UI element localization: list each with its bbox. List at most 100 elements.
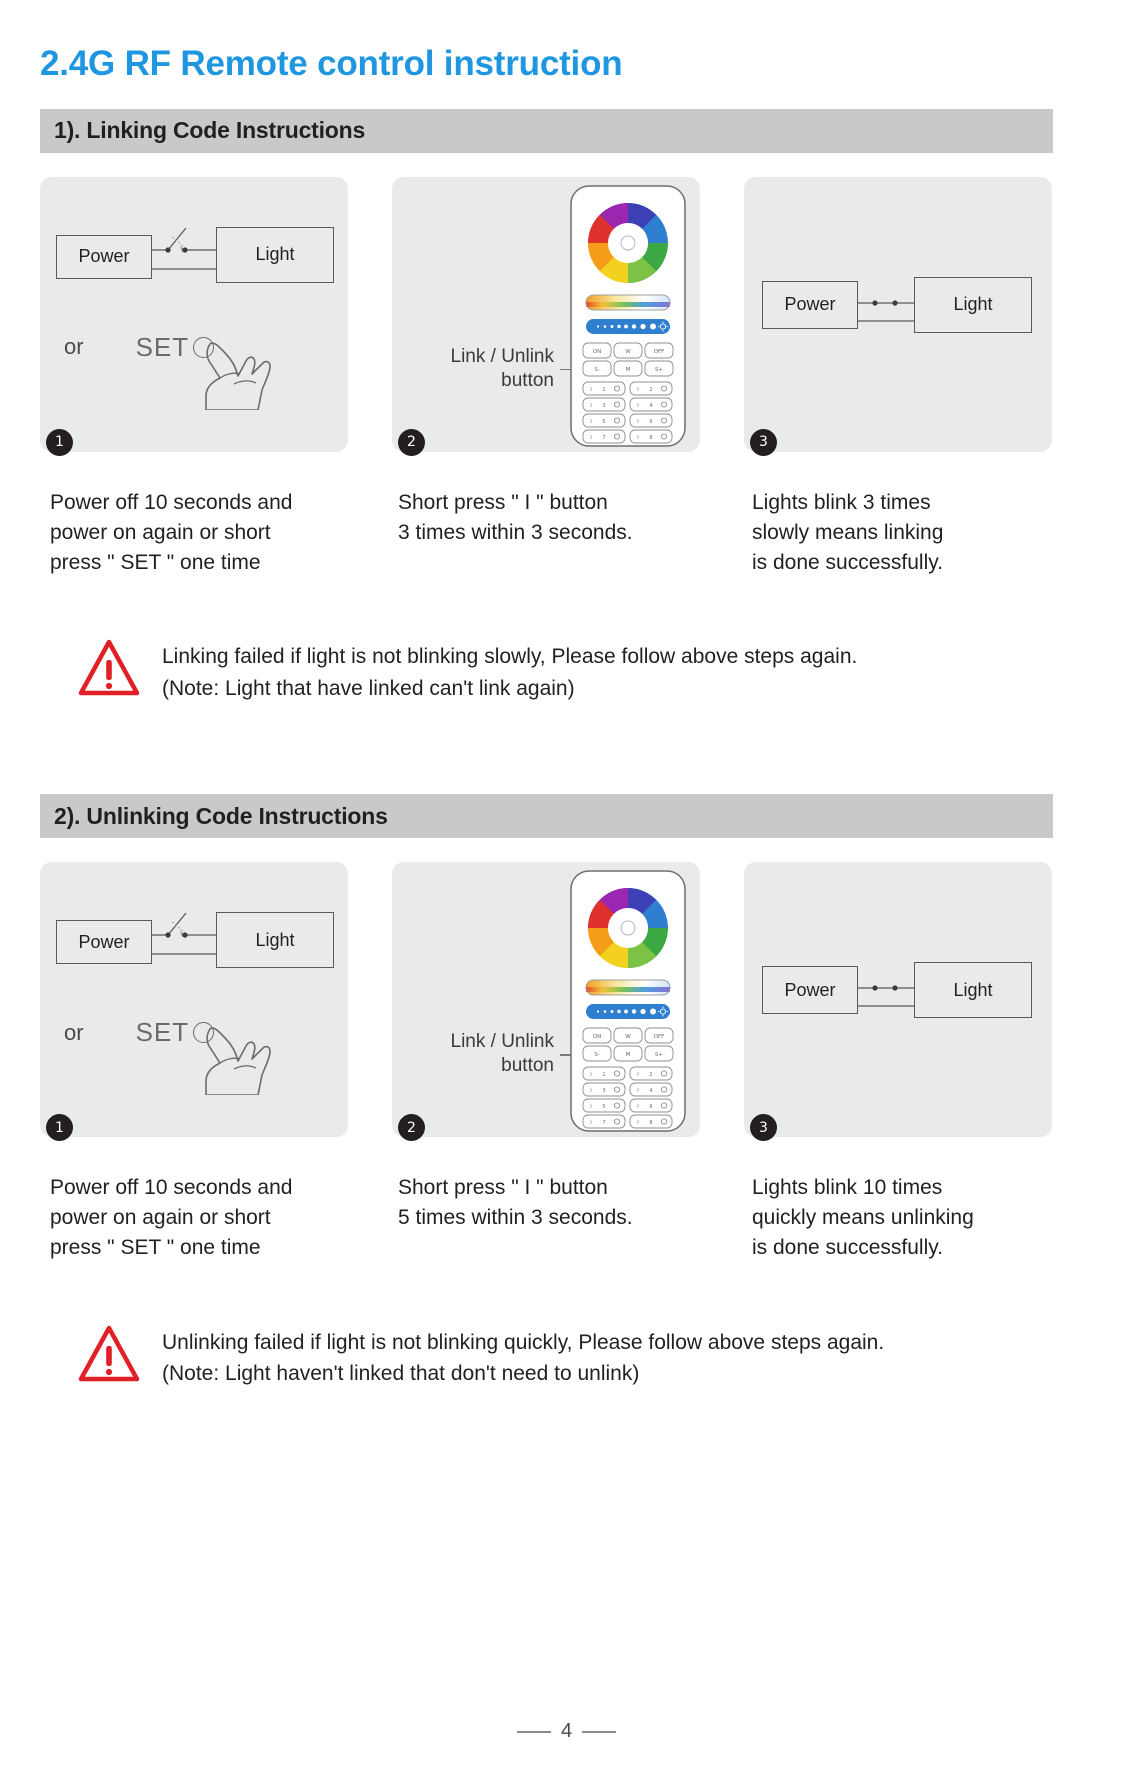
- color-temperature-slider: [585, 979, 671, 996]
- step-panel-1-linking: Power Light or SET 1: [40, 176, 348, 456]
- svg-text:OFF: OFF: [654, 1034, 665, 1040]
- svg-text:M: M: [626, 367, 631, 373]
- step-badge: 2: [398, 428, 425, 456]
- footer-rule-right: [582, 1731, 617, 1733]
- step-badge: 1: [46, 1114, 73, 1142]
- svg-text:8: 8: [649, 435, 652, 441]
- svg-text:I: I: [590, 1088, 591, 1094]
- remote-control-illustration: ON W OFF S- M S+ I1 I2 I3 I4 I5 I6 I7 I …: [570, 870, 686, 1133]
- svg-text:4: 4: [649, 1088, 652, 1094]
- step-panel-2-unlinking: Link / Unlink button ON W OFF S- M S+ I …: [392, 862, 700, 1142]
- svg-text:ON: ON: [593, 1034, 601, 1040]
- or-label: or: [64, 1019, 84, 1045]
- svg-text:2: 2: [649, 1072, 652, 1078]
- power-light-diagram: Power Light: [56, 908, 341, 970]
- power-light-diagram: Power Light: [56, 223, 341, 285]
- step-caption-2: Short press " I " button 5 times within …: [398, 1176, 633, 1230]
- page-title: 2.4G RF Remote control instruction: [40, 44, 623, 84]
- page-footer: 4: [0, 1720, 1133, 1743]
- svg-text:S-: S-: [594, 1052, 599, 1058]
- step-panel-1-unlinking: Power Light or SET 1: [40, 862, 348, 1142]
- svg-text:8: 8: [649, 1120, 652, 1126]
- svg-text:I: I: [637, 435, 638, 441]
- svg-text:I: I: [590, 403, 591, 409]
- svg-text:I: I: [590, 419, 591, 425]
- svg-text:I: I: [590, 387, 591, 393]
- footer-rule-left: [516, 1731, 551, 1733]
- function-buttons-row-1: ON W OFF: [582, 1027, 674, 1044]
- switch-wiring-svg: [152, 227, 216, 270]
- svg-text:I: I: [590, 435, 591, 441]
- step-badge: 2: [398, 1114, 425, 1142]
- closed-switch-wiring-svg: [858, 300, 914, 322]
- color-temperature-slider: [585, 294, 671, 311]
- step-panel-3-unlinking: Power Light 3: [744, 862, 1052, 1142]
- step-badge: 1: [46, 428, 73, 456]
- page-number: 4: [560, 1720, 573, 1743]
- warning-text: Unlinking failed if light is not blinkin…: [162, 1330, 885, 1386]
- svg-text:7: 7: [602, 1120, 605, 1126]
- function-buttons-row-2: S- M S+: [582, 360, 674, 377]
- svg-text:5: 5: [602, 1104, 605, 1110]
- power-light-diagram-linked: Power Light: [762, 276, 1037, 333]
- svg-text:S+: S+: [655, 367, 663, 373]
- warning-text: Linking failed if light is not blinking …: [162, 645, 858, 700]
- or-label: or: [64, 334, 84, 360]
- captions-row-linking: Power off 10 seconds and power on again …: [40, 488, 1053, 577]
- step-badge: 3: [750, 428, 777, 456]
- warning-triangle-icon: [78, 640, 140, 696]
- pressing-hand-icon: [204, 1027, 271, 1096]
- page-root: 2.4G RF Remote control instruction 1). L…: [0, 23, 1133, 1779]
- panels-row-unlinking: Power Light or SET 1 Link / Unlink butto…: [40, 862, 1053, 1142]
- warning-block-unlinking: Unlinking failed if light is not blinkin…: [40, 1325, 1093, 1390]
- power-light-diagram-linked: Power Light: [762, 962, 1037, 1019]
- svg-text:W: W: [625, 1034, 631, 1040]
- svg-text:M: M: [626, 1052, 631, 1058]
- step-panel-2-linking: Link / Unlink button ON W OFF S- M S+ I …: [392, 176, 700, 456]
- svg-text:I: I: [637, 1072, 638, 1078]
- step-caption-2: Short press " I " button 3 times within …: [398, 490, 633, 544]
- warning-triangle-icon: [78, 1325, 140, 1381]
- svg-text:I: I: [637, 403, 638, 409]
- svg-text:1: 1: [602, 1072, 605, 1078]
- svg-text:3: 3: [602, 1088, 605, 1094]
- step-caption-1: Power off 10 seconds and power on again …: [50, 1176, 293, 1259]
- or-set-row: or SET: [64, 331, 271, 410]
- function-buttons-row-2: S- M S+: [582, 1045, 674, 1062]
- remote-control-illustration: ON W OFF S- M S+ I 1 I 2 I 3 I 4 I 5 I 6…: [570, 185, 686, 447]
- color-wheel: [588, 202, 668, 283]
- link-unlink-callout-label: Link / Unlink button: [450, 345, 555, 391]
- color-wheel: [588, 888, 668, 969]
- svg-text:W: W: [625, 349, 631, 355]
- function-buttons-row-1: ON W OFF: [582, 342, 674, 359]
- svg-text:S-: S-: [594, 367, 599, 373]
- step-caption-3: Lights blink 10 times quickly means unli…: [752, 1176, 974, 1259]
- set-button-illustration: SET: [135, 331, 271, 410]
- switch-wiring-svg: [152, 912, 216, 955]
- svg-text:I: I: [637, 1120, 638, 1126]
- set-label: SET: [135, 1017, 190, 1048]
- svg-text:I: I: [637, 1088, 638, 1094]
- section-title: 2). Unlinking Code Instructions: [54, 802, 388, 829]
- closed-switch-wiring-svg: [858, 985, 914, 1007]
- brightness-slider: [586, 1004, 670, 1020]
- section-header-linking: 1). Linking Code Instructions: [40, 108, 1053, 153]
- or-set-row: or SET: [64, 1017, 271, 1096]
- svg-text:I: I: [590, 1104, 591, 1110]
- svg-text:4: 4: [649, 403, 652, 409]
- brightness-slider: [586, 318, 670, 334]
- svg-text:S+: S+: [655, 1052, 663, 1058]
- svg-text:I: I: [637, 419, 638, 425]
- svg-text:I: I: [637, 387, 638, 393]
- svg-text:OFF: OFF: [654, 349, 665, 355]
- captions-row-unlinking: Power off 10 seconds and power on again …: [40, 1173, 1053, 1262]
- svg-text:1: 1: [602, 387, 605, 393]
- set-label: SET: [135, 331, 190, 362]
- step-panel-3-linking: Power Light 3: [744, 176, 1052, 456]
- svg-text:5: 5: [602, 419, 605, 425]
- svg-text:7: 7: [602, 435, 605, 441]
- step-badge: 3: [750, 1114, 777, 1142]
- svg-text:I: I: [590, 1120, 591, 1126]
- svg-text:2: 2: [649, 387, 652, 393]
- step-caption-1: Power off 10 seconds and power on again …: [50, 490, 293, 574]
